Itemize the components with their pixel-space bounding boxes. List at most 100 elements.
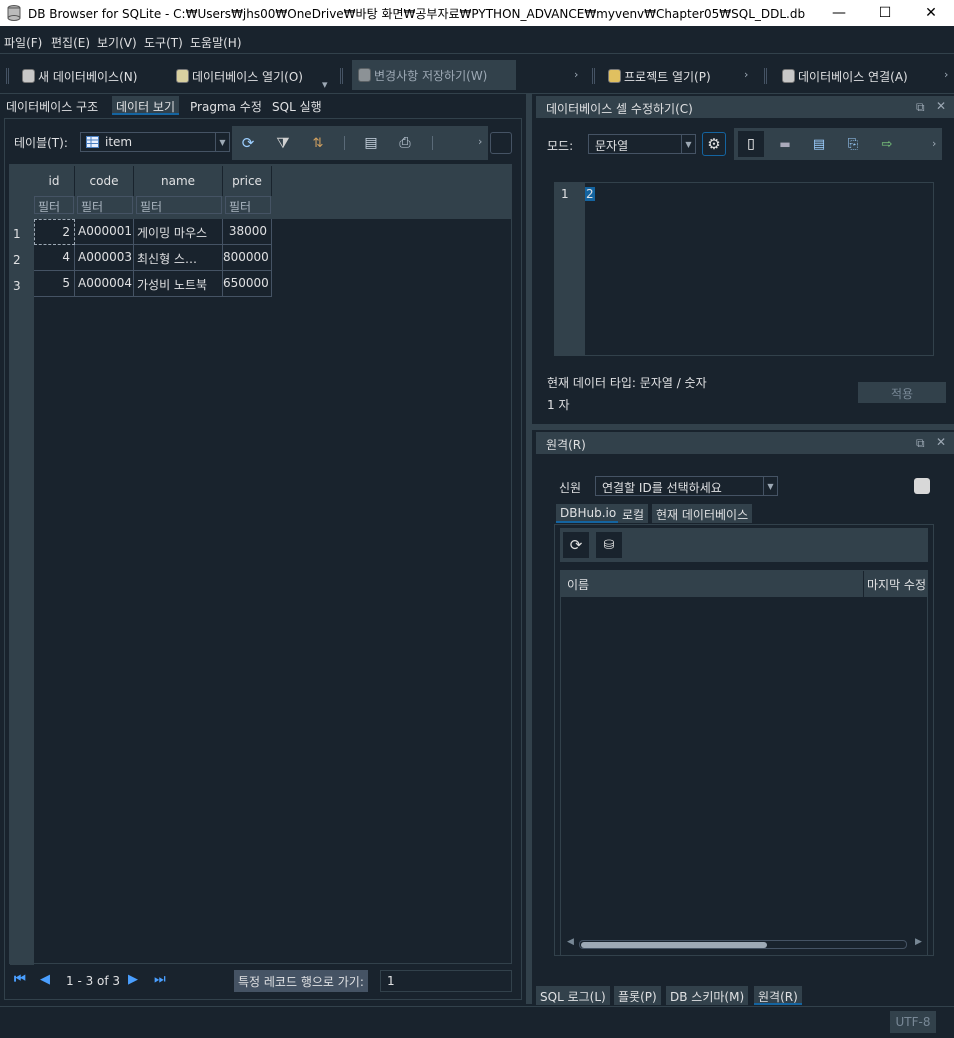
maximize-button[interactable]: ☐: [862, 0, 908, 26]
table-cell-price[interactable]: 650000: [223, 271, 272, 297]
write-changes-button[interactable]: 변경사항 저장하기(W): [352, 60, 516, 90]
edit-cell-toolbar: ▯ ▬ ▤ ⎘ ⇨ ›: [734, 128, 942, 160]
tab-browse-data[interactable]: 데이터 보기: [112, 96, 180, 115]
toolbar-overflow-icon[interactable]: ›: [478, 135, 482, 148]
extra-button[interactable]: [490, 132, 512, 154]
attach-database-button[interactable]: 데이터베이스 연결(A): [782, 64, 908, 88]
filter-price[interactable]: 필터: [225, 196, 271, 214]
tab-remote[interactable]: 원격(R): [754, 986, 802, 1005]
tab-execute-sql[interactable]: SQL 실행: [268, 96, 326, 115]
float-icon[interactable]: ⧉: [916, 100, 925, 115]
main-toolbar: 새 데이터베이스(N) 데이터베이스 열기(O) ▾ 변경사항 저장하기(W) …: [0, 56, 954, 94]
filter-code[interactable]: 필터: [77, 196, 133, 214]
table-cell-id[interactable]: 5: [34, 271, 75, 297]
clone-database-icon[interactable]: ⛁: [596, 532, 622, 558]
separator: [432, 136, 433, 150]
column-header-last-modified[interactable]: 마지막 수정: [867, 576, 927, 593]
menu-tools[interactable]: 도구(T): [144, 34, 183, 51]
row-number[interactable]: 2: [9, 246, 33, 272]
last-record-icon[interactable]: ⏭: [154, 972, 166, 987]
table-cell-code[interactable]: A000003: [75, 245, 134, 271]
filter-id[interactable]: 필터: [34, 196, 74, 214]
first-record-icon[interactable]: ⏮: [14, 972, 26, 987]
tab-db-schema[interactable]: DB 스키마(M): [666, 986, 749, 1005]
float-icon[interactable]: ⧉: [916, 436, 925, 451]
sort-clear-icon[interactable]: ⇅: [305, 130, 331, 156]
apply-button[interactable]: 적용: [858, 382, 946, 403]
cell-editor[interactable]: 1 2: [554, 182, 934, 356]
tab-database-structure[interactable]: 데이터베이스 구조: [2, 96, 103, 115]
toolbar-overflow-icon[interactable]: ›: [932, 137, 936, 150]
tab-local[interactable]: 로컬: [618, 504, 649, 523]
open-project-icon: [608, 69, 621, 83]
column-header-name[interactable]: 이름: [567, 576, 589, 593]
open-project-button[interactable]: 프로젝트 열기(P): [608, 64, 711, 88]
insert-record-icon[interactable]: ▤: [358, 130, 384, 156]
clear-filters-icon[interactable]: ⧩: [270, 130, 296, 156]
open-database-dropdown-icon[interactable]: ▾: [322, 78, 328, 91]
table-cell-name[interactable]: 가성비 노트북: [134, 271, 223, 297]
print-icon[interactable]: ⎙: [392, 130, 418, 156]
set-null-icon[interactable]: ⇨: [874, 131, 900, 157]
menu-help[interactable]: 도움말(H): [190, 34, 242, 51]
table-selector[interactable]: item ▼: [80, 132, 230, 152]
column-header-code[interactable]: code: [75, 166, 134, 196]
column-header-price[interactable]: price: [223, 166, 272, 196]
new-database-button[interactable]: 새 데이터베이스(N): [22, 64, 137, 88]
table-cell-price[interactable]: 800000: [223, 245, 272, 271]
goto-record-input[interactable]: [380, 970, 512, 992]
filter-name[interactable]: 필터: [136, 196, 222, 214]
column-header-id[interactable]: id: [34, 166, 75, 196]
cell-editor-content[interactable]: 2: [585, 187, 595, 201]
open-database-button[interactable]: 데이터베이스 열기(O): [176, 64, 303, 88]
goto-record-button[interactable]: 특정 레코드 행으로 가기:: [234, 970, 368, 992]
table-cell-name[interactable]: 최신형 스…: [134, 245, 223, 271]
text-format-icon[interactable]: ▬: [772, 131, 798, 157]
tab-current-database[interactable]: 현재 데이터베이스: [652, 504, 753, 523]
remote-file-list: 이름 마지막 수정 ◀ ▶: [560, 570, 928, 956]
close-icon[interactable]: ✕: [936, 99, 946, 113]
table-cell-name[interactable]: 게이밍 마우스: [134, 219, 223, 245]
menu-edit[interactable]: 편집(E): [51, 34, 90, 51]
column-header-name[interactable]: name: [134, 166, 223, 196]
import-icon[interactable]: ▤: [806, 131, 832, 157]
table-cell-id[interactable]: 2: [34, 219, 75, 245]
refresh-icon[interactable]: ⟳: [235, 130, 261, 156]
row-number[interactable]: 3: [9, 272, 33, 298]
table-cell-price[interactable]: 38000: [223, 219, 272, 245]
auto-switch-mode-icon[interactable]: ⚙: [702, 132, 726, 156]
menu-view[interactable]: 보기(V): [97, 34, 137, 51]
tab-dbhub[interactable]: DBHub.io: [556, 504, 621, 523]
attach-database-label: 데이터베이스 연결(A): [798, 69, 908, 84]
toolbar-overflow-icon[interactable]: ›: [574, 68, 578, 81]
word-wrap-icon[interactable]: ▯: [738, 131, 764, 157]
tab-plot[interactable]: 플롯(P): [614, 986, 661, 1005]
mode-label: 모드:: [547, 139, 574, 153]
menu-file[interactable]: 파일(F): [4, 34, 42, 51]
tab-sql-log[interactable]: SQL 로그(L): [536, 986, 610, 1005]
remote-dock: 원격(R) ⧉ ✕ 신원 연결할 ID를 선택하세요 ▼ DBHub.io 로컬…: [532, 430, 954, 1005]
refresh-icon[interactable]: ⟳: [563, 532, 589, 558]
scrollbar-thumb[interactable]: [581, 942, 767, 948]
toolbar-overflow-icon[interactable]: ›: [944, 68, 948, 81]
horizontal-scrollbar[interactable]: ◀ ▶: [567, 937, 923, 951]
remote-toolbar: ⟳ ⛁: [560, 528, 928, 562]
identity-selector[interactable]: 연결할 ID를 선택하세요 ▼: [595, 476, 778, 496]
close-window-button[interactable]: ✕: [908, 0, 954, 26]
table-cell-code[interactable]: A000001: [75, 219, 134, 245]
minimize-button[interactable]: —: [816, 0, 862, 26]
table-cell-id[interactable]: 4: [34, 245, 75, 271]
previous-record-icon[interactable]: ◀: [40, 972, 50, 987]
open-database-label: 데이터베이스 열기(O): [192, 69, 303, 84]
export-icon[interactable]: ⎘: [840, 131, 866, 157]
mode-selector[interactable]: 문자열 ▼: [588, 134, 696, 154]
identity-manage-icon[interactable]: [914, 478, 930, 494]
row-number[interactable]: 1: [9, 220, 33, 246]
toolbar-overflow-icon[interactable]: ›: [744, 68, 748, 81]
table-cell-code[interactable]: A000004: [75, 271, 134, 297]
tab-edit-pragmas[interactable]: Pragma 수정: [186, 96, 266, 115]
scroll-right-icon[interactable]: ▶: [915, 937, 922, 947]
scroll-left-icon[interactable]: ◀: [567, 937, 574, 947]
next-record-icon[interactable]: ▶: [128, 972, 138, 987]
close-icon[interactable]: ✕: [936, 435, 946, 449]
